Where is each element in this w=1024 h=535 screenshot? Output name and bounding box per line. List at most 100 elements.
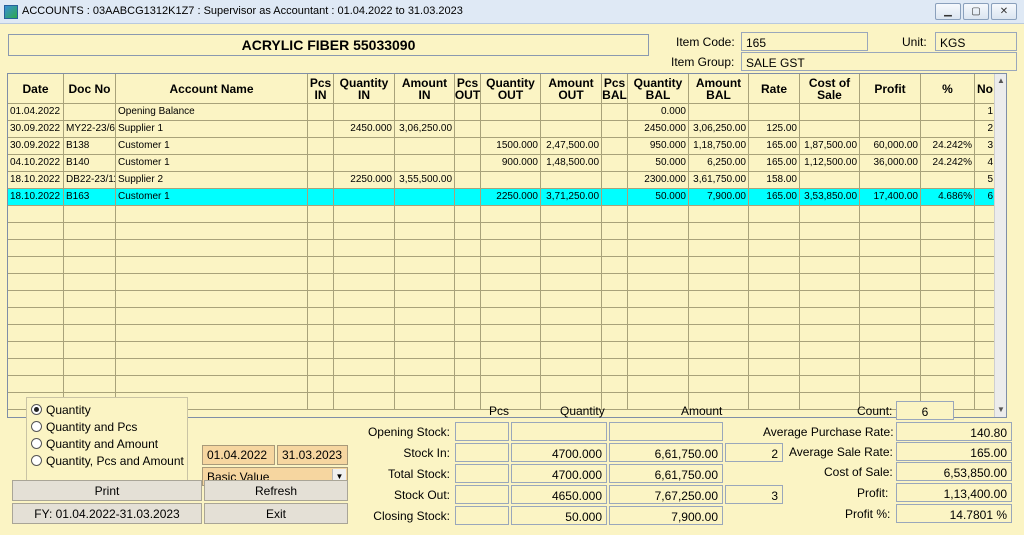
table-row[interactable]: 18.10.2022 DB22-23/11 Supplier 2 2250.000 3,… (8, 172, 996, 189)
radio-icon[interactable] (31, 455, 42, 466)
table-cell (308, 342, 334, 359)
table-cell (689, 291, 749, 308)
table-cell (975, 359, 996, 376)
table-cell (116, 274, 308, 291)
column-header[interactable]: Pcs BAL (602, 74, 628, 104)
item-code-field[interactable]: 165 (741, 32, 868, 51)
print-button[interactable]: Print (12, 480, 202, 501)
vertical-scrollbar[interactable]: ▲ ▼ (994, 74, 1006, 417)
table-cell (8, 274, 64, 291)
column-header[interactable]: Quantity OUT (481, 74, 541, 104)
refresh-button[interactable]: Refresh (204, 480, 348, 501)
table-cell (8, 376, 64, 393)
table-row-empty[interactable] (8, 206, 996, 223)
column-header[interactable]: Quantity BAL (628, 74, 689, 104)
table-cell (481, 308, 541, 325)
column-header[interactable]: Amount BAL (689, 74, 749, 104)
table-row-empty[interactable] (8, 291, 996, 308)
table-row-empty[interactable] (8, 376, 996, 393)
table-cell: 04.10.2022 (8, 155, 64, 172)
radio-icon[interactable] (31, 438, 42, 449)
table-cell (541, 223, 602, 240)
radio-option[interactable]: Quantity and Amount (31, 435, 158, 452)
table-row[interactable]: 30.09.2022 B138 Customer 1 1500.000 2,47,500… (8, 138, 996, 155)
table-cell (8, 359, 64, 376)
table-row-empty[interactable] (8, 342, 996, 359)
radio-icon[interactable] (31, 404, 42, 415)
pcs-header: Pcs (489, 404, 510, 418)
column-header[interactable]: Quantity IN (334, 74, 395, 104)
column-header-text: IN (357, 87, 370, 102)
close-button[interactable]: ✕ (991, 3, 1017, 20)
table-cell: 158.00 (749, 172, 800, 189)
table-cell (116, 206, 308, 223)
unit-label: Unit: (902, 35, 927, 49)
table-cell: 1500.000 (481, 138, 541, 155)
app-icon (4, 5, 18, 19)
table-row-empty[interactable] (8, 240, 996, 257)
column-header[interactable]: Cost of Sale (800, 74, 860, 104)
table-cell (308, 257, 334, 274)
table-row[interactable]: 01.04.2022 Opening Balance 0.000 1 (8, 104, 996, 121)
column-header[interactable]: Pcs IN (308, 74, 334, 104)
column-header[interactable]: Rate (749, 74, 800, 104)
table-cell (395, 257, 455, 274)
table-row-empty[interactable] (8, 308, 996, 325)
table-cell (116, 257, 308, 274)
exit-button[interactable]: Exit (204, 503, 348, 524)
unit-field[interactable]: KGS (935, 32, 1017, 51)
item-group-field[interactable]: SALE GST (741, 52, 1017, 71)
table-cell (455, 240, 481, 257)
table-cell: 165.00 (749, 155, 800, 172)
column-header[interactable]: Amount IN (395, 74, 455, 104)
column-header[interactable]: Date (8, 74, 64, 104)
column-header-text: OUT (497, 87, 524, 102)
scroll-up-icon[interactable]: ▲ (995, 74, 1006, 88)
column-header[interactable]: Doc No (64, 74, 116, 104)
radio-icon[interactable] (31, 421, 42, 432)
column-header[interactable]: Account Name (116, 74, 308, 104)
table-row-empty[interactable] (8, 359, 996, 376)
table-row-empty[interactable] (8, 257, 996, 274)
table-cell (481, 325, 541, 342)
column-header[interactable]: No (975, 74, 996, 104)
table-row[interactable]: 30.09.2022 MY22-23/68 Supplier 1 2450.000 3,… (8, 121, 996, 138)
table-cell (602, 325, 628, 342)
table-cell (602, 121, 628, 138)
table-cell (481, 223, 541, 240)
table-row-empty[interactable] (8, 325, 996, 342)
table-cell (455, 376, 481, 393)
table-cell (308, 376, 334, 393)
table-row[interactable]: 18.10.2022 B163 Customer 1 2250.000 3,71,250… (8, 189, 996, 206)
table-row-empty[interactable] (8, 223, 996, 240)
radio-option[interactable]: Quantity, Pcs and Amount (31, 452, 184, 469)
fy-button[interactable]: FY: 01.04.2022-31.03.2023 (12, 503, 202, 524)
table-cell (334, 257, 395, 274)
table-cell (541, 376, 602, 393)
radio-option[interactable]: Quantity (31, 401, 91, 418)
stock-row-label: Closing Stock: (373, 509, 450, 523)
ledger-table[interactable]: Date Doc No Account Name Pcs IN Quantity IN Amo… (7, 73, 1007, 418)
maximize-button[interactable]: ▢ (963, 3, 989, 20)
table-cell (921, 206, 975, 223)
column-header[interactable]: Profit (860, 74, 921, 104)
table-row[interactable]: 04.10.2022 B140 Customer 1 900.000 1,48,500.… (8, 155, 996, 172)
table-cell: Customer 1 (116, 155, 308, 172)
column-header[interactable]: Pcs OUT (455, 74, 481, 104)
table-cell: 17,400.00 (860, 189, 921, 206)
table-row-empty[interactable] (8, 274, 996, 291)
table-cell: 3,53,850.00 (800, 189, 860, 206)
column-header[interactable]: % (921, 74, 975, 104)
column-header-text: IN (314, 87, 327, 102)
scroll-down-icon[interactable]: ▼ (995, 403, 1006, 417)
to-date-field[interactable]: 31.03.2023 (277, 445, 348, 465)
table-cell (749, 291, 800, 308)
from-date-field[interactable]: 01.04.2022 (202, 445, 275, 465)
table-cell (602, 291, 628, 308)
radio-option[interactable]: Quantity and Pcs (31, 418, 137, 435)
table-cell (8, 223, 64, 240)
table-cell (689, 274, 749, 291)
column-header[interactable]: Amount OUT (541, 74, 602, 104)
minimize-button[interactable]: ▁ (935, 3, 961, 20)
table-cell (749, 359, 800, 376)
